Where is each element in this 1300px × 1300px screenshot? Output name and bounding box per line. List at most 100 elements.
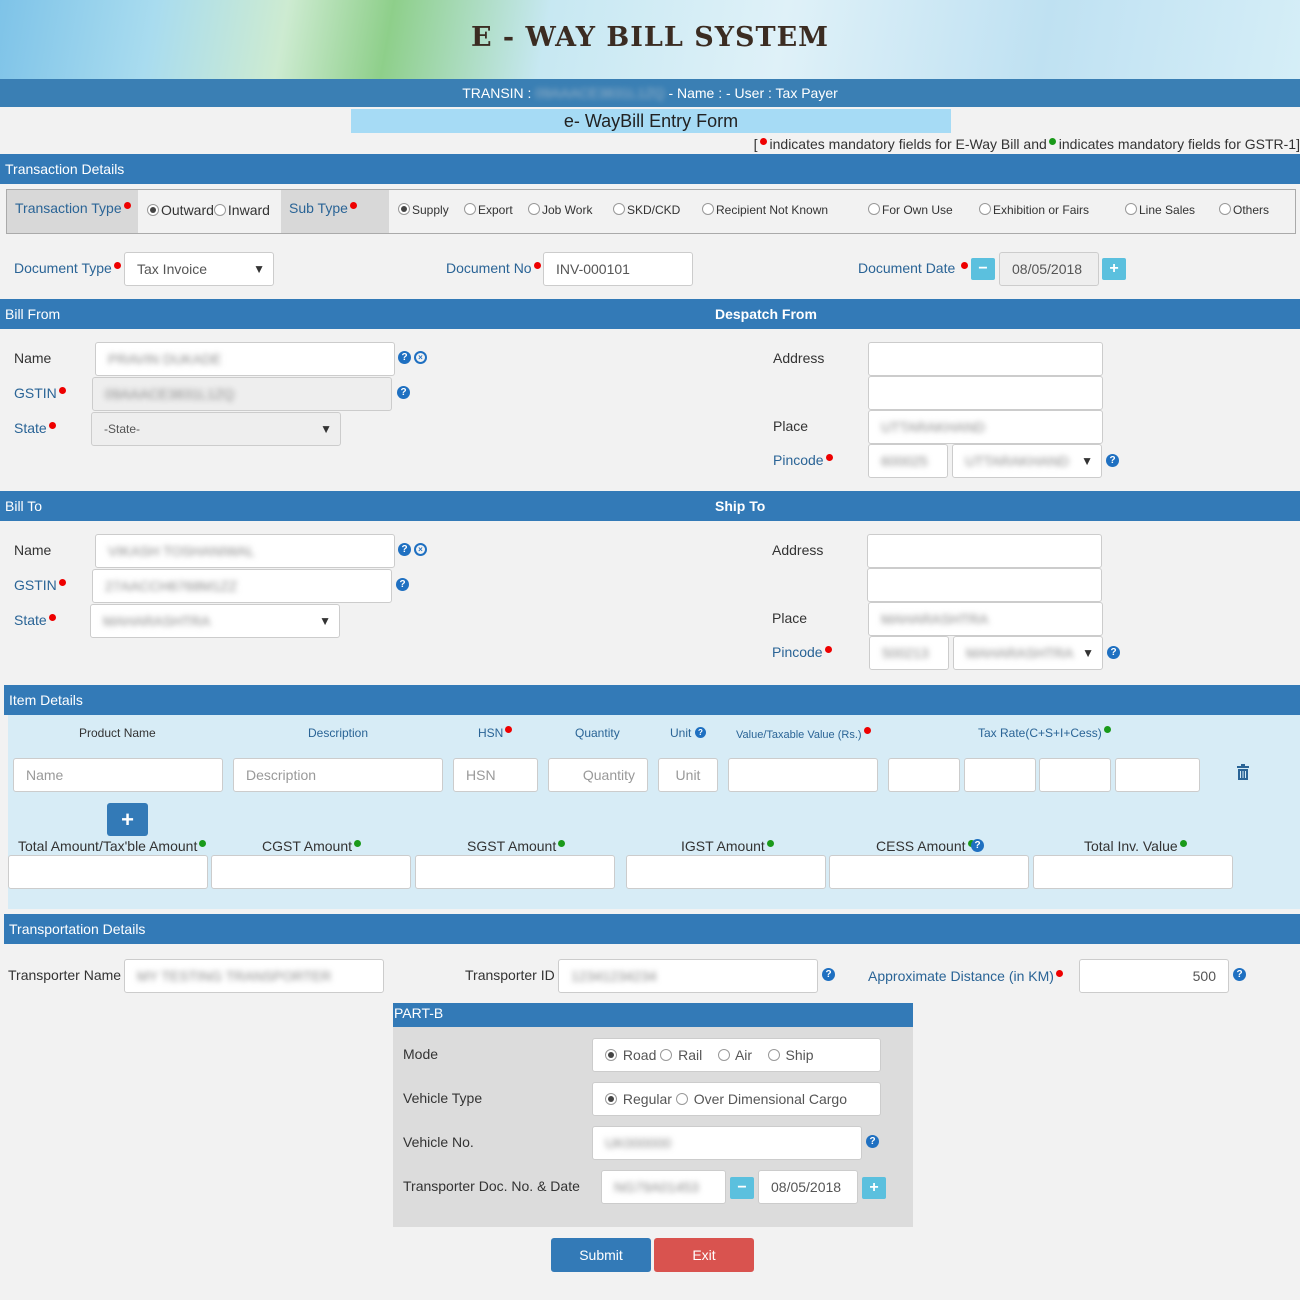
item-hsn-input[interactable] — [453, 758, 538, 792]
sgst-amount-label: SGST Amount — [467, 838, 568, 854]
mode-ship[interactable]: Ship — [767, 1047, 814, 1063]
subtype-line-sales[interactable]: Line Sales — [1125, 203, 1195, 217]
dropdown-arrow-icon: ▼ — [1081, 454, 1093, 468]
transporter-doc-no-input[interactable]: NG79A01453 — [601, 1170, 726, 1204]
help-icon[interactable]: ? — [822, 968, 835, 981]
total-inv-value-input[interactable] — [1033, 855, 1233, 889]
subtype-export[interactable]: Export — [464, 203, 513, 217]
exit-button[interactable]: Exit — [654, 1238, 754, 1272]
help-icon[interactable]: ? — [971, 839, 984, 852]
document-type-select[interactable]: Tax Invoice ▼ — [124, 252, 274, 286]
subtype-skd-ckd[interactable]: SKD/CKD — [613, 203, 680, 217]
radio-inward[interactable]: Inward — [213, 202, 270, 218]
bill-from-name-input[interactable]: PRAVIN DUKADE — [95, 342, 395, 376]
clear-icon[interactable]: × — [414, 351, 427, 364]
mode-road[interactable]: Road — [605, 1047, 656, 1063]
despatch-state-select[interactable]: UTTARAKHAND ▼ — [952, 444, 1102, 478]
subtype-recipient-not-known[interactable]: Recipient Not Known — [702, 203, 828, 217]
submit-button[interactable]: Submit — [551, 1238, 651, 1272]
transporter-name-input[interactable]: MY TESTING TRANSPORTER — [124, 959, 384, 993]
ship-state-select[interactable]: MAHARASHTRA ▼ — [953, 636, 1103, 670]
col-hsn: HSN — [478, 726, 515, 740]
despatch-address-label: Address — [773, 350, 825, 366]
help-icon[interactable]: ? — [1233, 968, 1246, 981]
help-icon[interactable]: ? — [398, 543, 411, 556]
doc-date-decrement-button[interactable]: − — [730, 1177, 754, 1199]
transporter-id-input[interactable]: 12341234234 — [558, 959, 818, 993]
item-sgst-rate-input[interactable] — [964, 758, 1036, 792]
total-amount-input[interactable] — [8, 855, 208, 889]
vehicle-no-input[interactable]: UK000000 — [592, 1126, 862, 1160]
igst-amount-input[interactable] — [626, 855, 826, 889]
dropdown-arrow-icon: ▼ — [1082, 646, 1094, 660]
help-icon[interactable]: ? — [1106, 454, 1119, 467]
col-unit: Unit — [670, 726, 692, 740]
clear-icon[interactable]: × — [414, 543, 427, 556]
sgst-amount-input[interactable] — [415, 855, 615, 889]
vehicle-type-regular[interactable]: Regular — [605, 1091, 672, 1107]
subtype-exhibition[interactable]: Exhibition or Fairs — [979, 203, 1089, 217]
help-icon[interactable]: ? — [866, 1135, 879, 1148]
despatch-pincode-label: Pincode — [773, 452, 836, 468]
help-icon[interactable]: ? — [396, 578, 409, 591]
cgst-amount-input[interactable] — [211, 855, 411, 889]
help-icon[interactable]: ? — [695, 727, 706, 738]
transaction-type-label: Transaction Type — [15, 200, 134, 216]
total-inv-value-label: Total Inv. Value — [1084, 838, 1190, 854]
item-quantity-input[interactable] — [548, 758, 648, 792]
bill-to-state-select[interactable]: MAHARASHTRA ▼ — [90, 604, 340, 638]
distance-label: Approximate Distance (in KM) — [868, 968, 1066, 984]
bill-from-state-label: State — [14, 420, 59, 436]
subtype-job-work[interactable]: Job Work — [528, 203, 592, 217]
vehicle-type-odc[interactable]: Over Dimensional Cargo — [675, 1091, 847, 1107]
item-description-input[interactable] — [233, 758, 443, 792]
bill-from-state-select[interactable]: -State- ▼ — [91, 412, 341, 446]
ship-address-line1[interactable] — [867, 534, 1102, 568]
document-date-label: Document Date — [858, 260, 971, 276]
ship-pincode-input[interactable]: 500213 — [869, 636, 949, 670]
trash-icon[interactable] — [1237, 764, 1249, 780]
form-title: e- WayBill Entry Form — [351, 109, 951, 133]
item-name-input[interactable] — [13, 758, 223, 792]
bill-from-gstin-label: GSTIN — [14, 385, 69, 401]
help-icon[interactable]: ? — [1107, 646, 1120, 659]
subtype-supply[interactable]: Supply — [398, 203, 449, 217]
cess-amount-input[interactable] — [829, 855, 1029, 889]
add-item-button[interactable]: + — [107, 803, 148, 836]
item-value-input[interactable] — [728, 758, 878, 792]
bill-to-gstin-input[interactable]: 27AACCH6768M1ZZ — [92, 569, 392, 603]
transporter-doc-date-input[interactable] — [758, 1170, 858, 1204]
item-cess-rate-input[interactable] — [1115, 758, 1200, 792]
distance-input[interactable] — [1079, 959, 1229, 993]
document-no-input[interactable] — [543, 252, 693, 286]
date-increment-button[interactable]: + — [1102, 258, 1126, 280]
help-icon[interactable]: ? — [397, 386, 410, 399]
item-cgst-rate-input[interactable] — [888, 758, 960, 792]
despatch-pincode-input[interactable]: 600025 — [868, 444, 948, 478]
help-icon[interactable]: ? — [398, 351, 411, 364]
vehicle-no-label: Vehicle No. — [403, 1134, 474, 1150]
subtype-own-use[interactable]: For Own Use — [868, 203, 953, 217]
doc-date-increment-button[interactable]: + — [862, 1177, 886, 1199]
red-dot-icon — [759, 138, 767, 145]
ship-place-input[interactable]: MAHARASHTRA — [868, 602, 1103, 636]
bill-to-name-input[interactable]: VIKASH TOSHANIWAL — [95, 534, 395, 568]
date-decrement-button[interactable]: − — [971, 258, 995, 280]
mode-air[interactable]: Air — [717, 1047, 752, 1063]
despatch-address-line2[interactable] — [868, 376, 1103, 410]
bill-from-gstin-input[interactable]: 09AAACE3831L1ZQ — [92, 377, 392, 411]
subtype-others[interactable]: Others — [1219, 203, 1269, 217]
mode-rail[interactable]: Rail — [660, 1047, 702, 1063]
item-unit-input[interactable] — [658, 758, 718, 792]
despatch-address-line1[interactable] — [868, 342, 1103, 376]
ship-pincode-label: Pincode — [772, 644, 835, 660]
ship-address-line2[interactable] — [867, 568, 1102, 602]
mode-label: Mode — [403, 1046, 439, 1062]
document-type-label: Document Type — [14, 260, 124, 276]
item-igst-rate-input[interactable] — [1039, 758, 1111, 792]
document-date-input[interactable] — [999, 252, 1099, 286]
bill-to-name-label: Name — [14, 542, 52, 558]
radio-outward[interactable]: Outward — [147, 202, 214, 218]
despatch-place-input[interactable]: UTTARAKHAND — [868, 410, 1103, 444]
mandatory-legend: [indicates mandatory fields for E-Way Bi… — [753, 136, 1300, 152]
